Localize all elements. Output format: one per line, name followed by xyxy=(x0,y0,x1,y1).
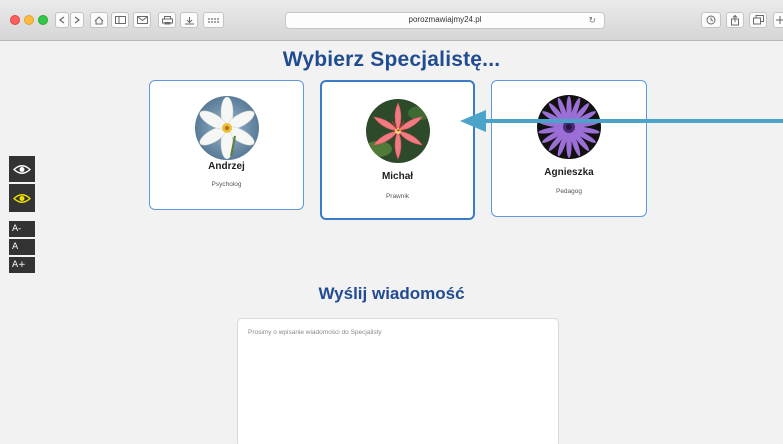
share-button[interactable] xyxy=(726,12,744,28)
mail-icon xyxy=(136,16,148,24)
message-input[interactable] xyxy=(238,319,558,444)
sidebar-icon xyxy=(114,16,126,24)
specialist-card-michal[interactable]: Michał Prawnik xyxy=(320,80,475,220)
message-section-title: Wyślij wiadomość xyxy=(318,284,465,303)
home-icon xyxy=(94,15,104,24)
print-button[interactable] xyxy=(158,12,176,28)
yellow-contrast-toggle[interactable] xyxy=(9,184,35,212)
specialist-card-andrzej[interactable]: Andrzej Psycholog xyxy=(149,80,304,210)
white-flower-icon xyxy=(194,96,259,160)
pointer-arrow-icon xyxy=(460,110,783,132)
sidebar-button[interactable] xyxy=(111,12,129,28)
avatar xyxy=(365,99,430,163)
font-increase-button[interactable]: A+ xyxy=(9,257,35,273)
new-tab-button[interactable] xyxy=(773,12,783,28)
url-text: porozmawiajmy24.pl xyxy=(408,15,482,24)
mail-button[interactable] xyxy=(133,12,151,28)
eye-icon xyxy=(13,164,31,174)
history-button[interactable] xyxy=(701,12,721,28)
minimize-window-button[interactable] xyxy=(24,15,34,25)
page-content: Wybierz Specjalistę... Andrzej Psycholog… xyxy=(0,41,783,444)
high-contrast-toggle[interactable] xyxy=(9,156,35,182)
download-button[interactable] xyxy=(180,12,198,28)
specialist-role: Prawnik xyxy=(385,193,410,200)
home-button[interactable] xyxy=(90,12,108,28)
back-button[interactable] xyxy=(55,12,69,28)
specialist-name: Michał xyxy=(381,171,414,182)
apps-button[interactable] xyxy=(203,12,224,28)
pink-lily-icon xyxy=(365,99,430,163)
download-icon xyxy=(184,16,194,24)
tabs-icon xyxy=(752,15,764,25)
eye-icon xyxy=(13,193,31,203)
avatar xyxy=(194,96,259,160)
message-box xyxy=(237,318,559,444)
printer-icon xyxy=(161,15,173,24)
grid-icon xyxy=(208,17,219,23)
clock-icon xyxy=(706,15,716,25)
forward-button[interactable] xyxy=(70,12,84,28)
font-normal-button[interactable]: A xyxy=(9,239,35,255)
zoom-window-button[interactable] xyxy=(38,15,48,25)
font-decrease-button[interactable]: A- xyxy=(9,221,35,237)
specialist-name: Agnieszka xyxy=(544,167,594,178)
page-title: Wybierz Specjalistę... xyxy=(282,48,501,71)
reload-icon[interactable]: ↻ xyxy=(588,15,596,26)
specialist-name: Andrzej xyxy=(208,161,245,172)
share-icon xyxy=(731,14,739,25)
specialist-role: Psycholog xyxy=(211,181,242,188)
address-bar[interactable]: porozmawiajmy24.pl ↻ xyxy=(285,12,605,29)
close-window-button[interactable] xyxy=(10,15,20,25)
plus-icon xyxy=(776,16,783,24)
chevron-right-icon xyxy=(74,16,80,24)
specialist-role: Pedagog xyxy=(555,188,583,195)
browser-toolbar: porozmawiajmy24.pl ↻ xyxy=(0,0,783,41)
chevron-left-icon xyxy=(59,16,65,24)
specialist-card-agnieszka[interactable]: Agnieszka Pedagog xyxy=(491,80,647,217)
tabs-overview-button[interactable] xyxy=(749,12,767,28)
